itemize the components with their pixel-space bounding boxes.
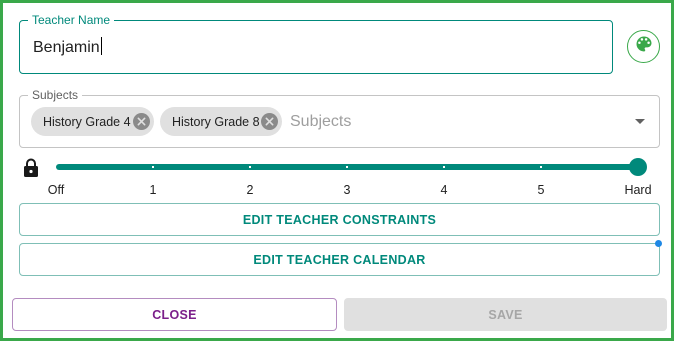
edit-teacher-constraints-button[interactable]: EDIT TEACHER CONSTRAINTS <box>19 203 660 236</box>
slider-label-1: 1 <box>149 183 157 197</box>
slider-label-off: Off <box>47 183 65 197</box>
teacher-name-field[interactable]: Teacher Name Benjamin <box>19 13 613 74</box>
lock-icon[interactable] <box>22 158 40 178</box>
constraint-slider-thumb[interactable] <box>629 158 647 176</box>
slider-label-hard: Hard <box>624 183 652 197</box>
slider-label-4: 4 <box>440 183 448 197</box>
teacher-name-label: Teacher Name <box>28 13 115 27</box>
palette-icon <box>634 34 654 59</box>
subjects-input-placeholder[interactable]: Subjects <box>290 112 351 132</box>
notification-dot <box>655 240 662 247</box>
save-button: SAVE <box>344 298 667 331</box>
color-palette-button[interactable] <box>627 30 660 63</box>
slider-tick <box>346 166 348 168</box>
chip-remove-icon[interactable] <box>261 113 278 130</box>
teacher-name-input[interactable]: Benjamin <box>33 37 102 58</box>
teacher-name-value: Benjamin <box>33 39 100 56</box>
text-caret <box>100 37 102 55</box>
subjects-select[interactable]: Subjects History Grade 4 History Grade 8… <box>19 88 660 148</box>
subject-chip-label: History Grade 8 <box>172 114 260 129</box>
subjects-label: Subjects <box>28 88 83 102</box>
subject-chip[interactable]: History Grade 4 <box>31 107 154 136</box>
chip-remove-icon[interactable] <box>133 113 150 130</box>
edit-teacher-calendar-button[interactable]: EDIT TEACHER CALENDAR <box>19 243 660 276</box>
close-button[interactable]: CLOSE <box>12 298 337 331</box>
slider-tick <box>249 166 251 168</box>
slider-tick <box>443 166 445 168</box>
edit-teacher-dialog: Teacher Name Benjamin Subjects History G… <box>0 0 674 341</box>
slider-tick <box>152 166 154 168</box>
dropdown-arrow-icon[interactable] <box>635 119 645 124</box>
slider-label-5: 5 <box>537 183 545 197</box>
subject-chip-label: History Grade 4 <box>43 114 131 129</box>
slider-label-3: 3 <box>343 183 351 197</box>
slider-tick <box>540 166 542 168</box>
slider-label-2: 2 <box>246 183 254 197</box>
subject-chip[interactable]: History Grade 8 <box>160 107 282 136</box>
